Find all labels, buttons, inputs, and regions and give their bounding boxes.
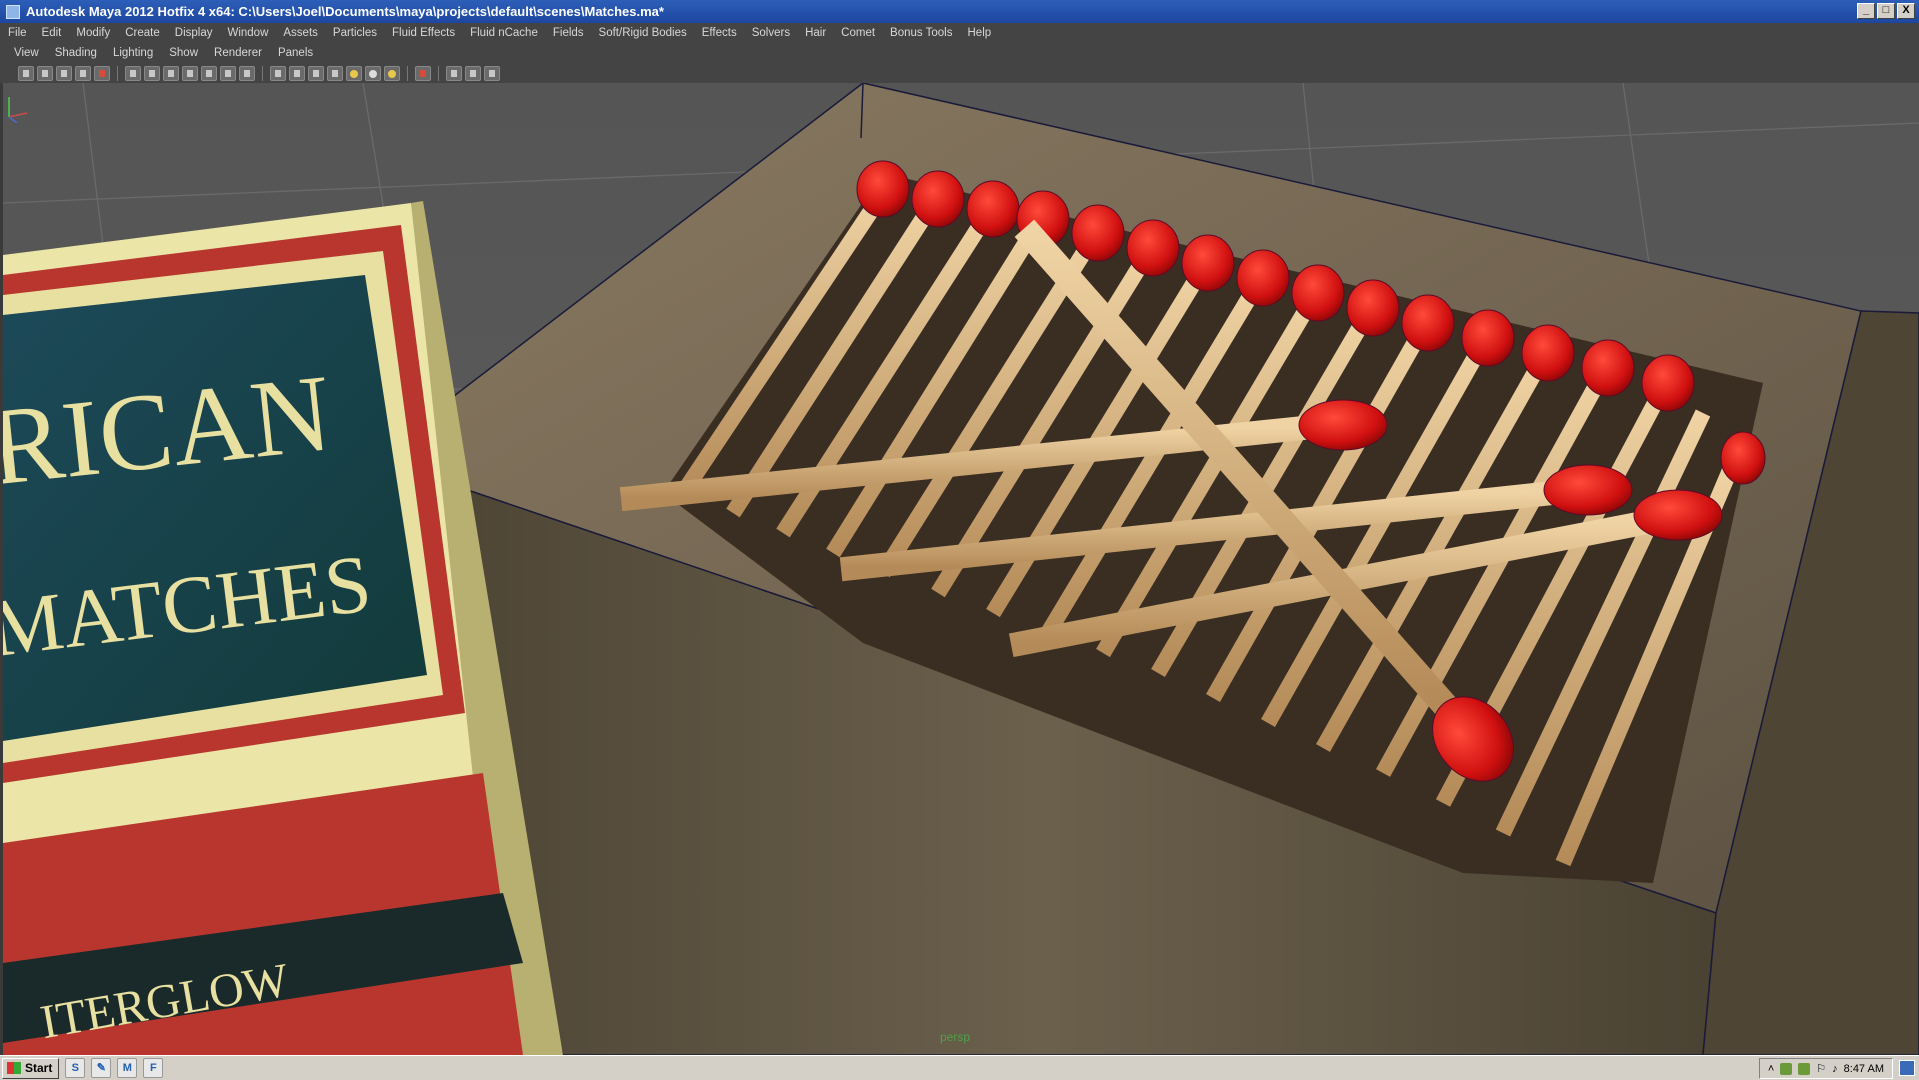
all-lights-icon[interactable]: [365, 65, 381, 81]
tray-shield-icon[interactable]: [1780, 1062, 1793, 1075]
gate-mask-icon[interactable]: [182, 65, 198, 81]
menu-comet[interactable]: Comet: [841, 27, 875, 39]
bookmark-icon[interactable]: [56, 65, 72, 81]
2d-pan-icon[interactable]: [94, 65, 110, 81]
toolbar-separator: [438, 65, 439, 81]
menu-assets[interactable]: Assets: [283, 27, 318, 39]
start-label: Start: [25, 1061, 53, 1075]
resolution-gate-icon[interactable]: [163, 65, 179, 81]
shadows-icon[interactable]: [384, 65, 400, 81]
toolbar-separator: [407, 65, 408, 81]
menu-hair[interactable]: Hair: [805, 27, 826, 39]
menu-particles[interactable]: Particles: [333, 27, 377, 39]
panel-menu-lighting[interactable]: Lighting: [113, 47, 153, 59]
panel-toolbar: [0, 63, 1919, 83]
toolbar-separator: [117, 65, 118, 81]
wireframe-on-shaded-icon[interactable]: [308, 65, 324, 81]
camera-name-label: persp: [940, 1030, 971, 1044]
menu-fluid-effects[interactable]: Fluid Effects: [392, 27, 455, 39]
main-menubar: File Edit Modify Create Display Window A…: [0, 23, 1919, 43]
toolbar-separator: [262, 65, 263, 81]
default-light-icon[interactable]: [346, 65, 362, 81]
show-manipulators-icon[interactable]: [484, 65, 500, 81]
wireframe-icon[interactable]: [270, 65, 286, 81]
menu-display[interactable]: Display: [175, 27, 213, 39]
menu-soft-rigid-bodies[interactable]: Soft/Rigid Bodies: [599, 27, 687, 39]
maximize-button[interactable]: □: [1877, 3, 1895, 19]
isolate-select-icon[interactable]: [415, 65, 431, 81]
menu-fields[interactable]: Fields: [553, 27, 584, 39]
viewport-scene: RICAN MATCHES ITERGLOW: [3, 83, 1919, 1055]
quick-launch-pen-icon[interactable]: ✎: [91, 1058, 112, 1078]
tray-chevron-icon[interactable]: ˄: [1768, 1063, 1774, 1075]
maya-task-icon[interactable]: M: [117, 1058, 138, 1078]
firefox-icon[interactable]: F: [143, 1058, 164, 1078]
menu-help[interactable]: Help: [968, 27, 992, 39]
xray-icon[interactable]: [327, 65, 343, 81]
grid-icon[interactable]: [125, 65, 141, 81]
safe-action-icon[interactable]: [220, 65, 236, 81]
menu-modify[interactable]: Modify: [76, 27, 110, 39]
clock[interactable]: 8:47 AM: [1844, 1063, 1884, 1075]
window-title: Autodesk Maya 2012 Hotfix 4 x64: C:\User…: [26, 4, 664, 19]
minimize-button[interactable]: _: [1857, 3, 1875, 19]
axis-gizmo: [8, 97, 28, 123]
safe-title-icon[interactable]: [239, 65, 255, 81]
backface-icon[interactable]: [465, 65, 481, 81]
select-camera-icon[interactable]: [18, 65, 34, 81]
skype-icon[interactable]: S: [65, 1058, 86, 1078]
window-title-bar: Autodesk Maya 2012 Hotfix 4 x64: C:\User…: [0, 0, 1919, 23]
show-desktop-button[interactable]: [1899, 1060, 1915, 1076]
windows-taskbar: Start S ✎ M F ˄ ⚐ ♪ 8:47 AM: [0, 1055, 1919, 1080]
xray-joints-icon[interactable]: [446, 65, 462, 81]
menu-file[interactable]: File: [8, 27, 27, 39]
maya-app-icon: [6, 4, 20, 19]
tray-network-icon[interactable]: [1798, 1062, 1811, 1075]
film-gate-icon[interactable]: [144, 65, 160, 81]
perspective-viewport[interactable]: RICAN MATCHES ITERGLOW: [3, 83, 1919, 1055]
panel-menu-panels[interactable]: Panels: [278, 47, 313, 59]
menu-create[interactable]: Create: [125, 27, 160, 39]
panel-menu-renderer[interactable]: Renderer: [214, 47, 262, 59]
system-tray: ˄ ⚐ ♪ 8:47 AM: [1758, 1058, 1893, 1079]
menu-edit[interactable]: Edit: [42, 27, 62, 39]
tray-volume-icon[interactable]: ♪: [1832, 1063, 1838, 1075]
panel-menu-show[interactable]: Show: [169, 47, 198, 59]
windows-logo-icon: [7, 1062, 21, 1074]
menu-effects[interactable]: Effects: [702, 27, 737, 39]
panel-menu-view[interactable]: View: [14, 47, 39, 59]
tray-flag-icon[interactable]: ⚐: [1816, 1062, 1826, 1075]
menu-solvers[interactable]: Solvers: [752, 27, 790, 39]
camera-attributes-icon[interactable]: [37, 65, 53, 81]
start-button[interactable]: Start: [2, 1057, 60, 1079]
panel-menubar: View Shading Lighting Show Renderer Pane…: [0, 43, 1919, 63]
panel-menu-shading[interactable]: Shading: [55, 47, 97, 59]
menu-fluid-ncache[interactable]: Fluid nCache: [470, 27, 538, 39]
menu-window[interactable]: Window: [227, 27, 268, 39]
image-plane-icon[interactable]: [75, 65, 91, 81]
smooth-shade-icon[interactable]: [289, 65, 305, 81]
field-chart-icon[interactable]: [201, 65, 217, 81]
menu-bonus-tools[interactable]: Bonus Tools: [890, 27, 952, 39]
close-button[interactable]: X: [1897, 3, 1915, 19]
